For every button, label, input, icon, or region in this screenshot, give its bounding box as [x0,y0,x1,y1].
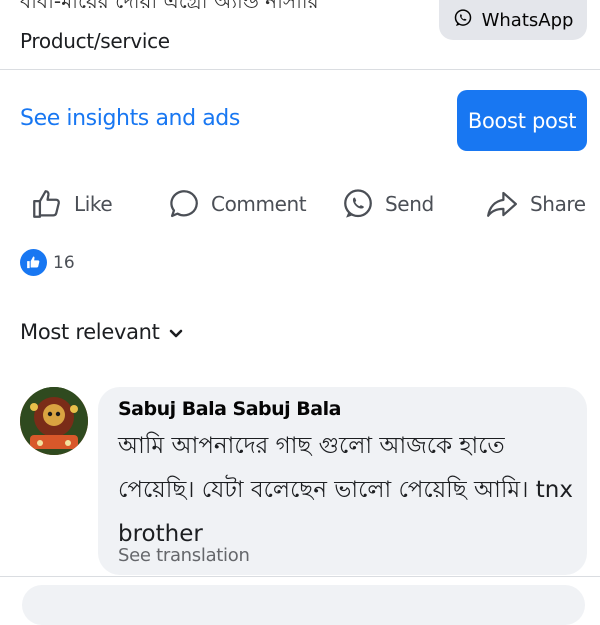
avatar[interactable] [20,387,88,455]
see-translation-link[interactable]: See translation [118,545,250,566]
comment-text: আমি আপনাদের গাছ গুলো আজকে হাতে পেয়েছি। … [118,433,573,547]
page-category: Product/service [20,29,170,53]
like-button[interactable]: Like [30,184,113,224]
whatsapp-label: WhatsApp [481,9,574,31]
boost-post-button[interactable]: Boost post [457,90,587,151]
whatsapp-button[interactable]: WhatsApp [439,0,587,40]
like-reaction-icon[interactable] [20,249,47,276]
share-button[interactable]: Share [484,184,586,224]
divider [0,576,600,577]
comment-label: Comment [211,192,307,216]
comment-sort-dropdown[interactable]: Most relevant [20,320,183,344]
like-icon [30,187,64,221]
see-insights-link[interactable]: See insights and ads [20,106,240,131]
share-icon [484,187,520,221]
like-label: Like [74,192,113,216]
send-label: Send [385,192,434,216]
page-name[interactable]: বাবা-মায়ের দোয়া এগ্রো অ্যান্ড নার্সারি [20,0,319,20]
comment-button[interactable]: Comment [167,184,307,224]
whatsapp-icon [453,8,473,33]
comment-icon [167,187,201,221]
chevron-down-icon [169,320,183,344]
comment-author[interactable]: Sabuj Bala Sabuj Bala [118,398,341,420]
divider [0,69,600,70]
sort-label: Most relevant [20,320,160,344]
next-comment-bubble[interactable] [22,585,585,625]
share-label: Share [530,192,586,216]
send-button[interactable]: Send [341,184,434,224]
reaction-count[interactable]: 16 [53,253,75,273]
whatsapp-send-icon [341,187,375,221]
